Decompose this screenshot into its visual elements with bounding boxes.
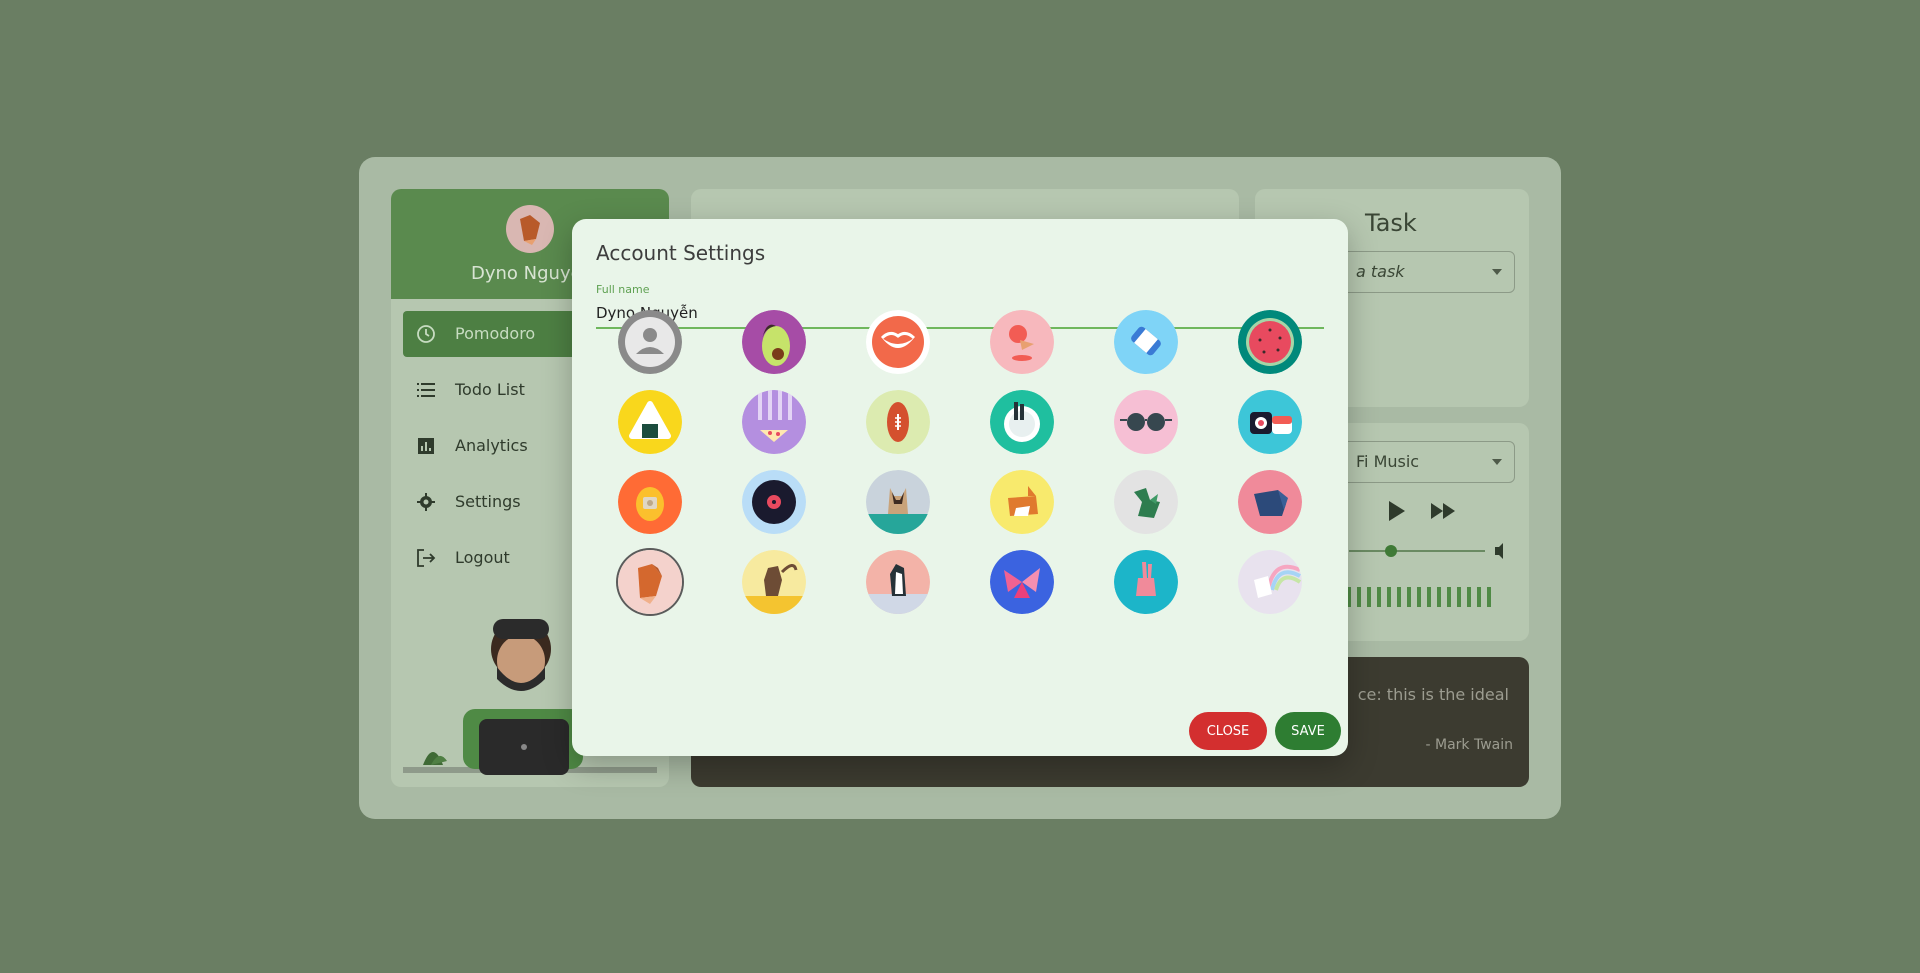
penguin-icon [866,550,930,614]
avatar-option-lips[interactable] [866,310,930,374]
plaster-icon [1114,310,1178,374]
sidebar-item-label: Pomodoro [455,324,536,343]
avatar[interactable] [506,205,554,253]
music-select-value: Fi Music [1356,452,1420,471]
avocado-icon [742,310,806,374]
unicorn-icon [1238,550,1302,614]
avatar-option-penguin[interactable] [866,550,930,614]
monkey-icon [742,550,806,614]
sunglasses-icon [1114,390,1178,454]
list-icon [417,383,435,397]
vinyl-icon [742,470,806,534]
avatar-option-corgi[interactable] [990,470,1054,534]
user-icon [618,310,682,374]
sidebar-item-label: Logout [455,548,510,567]
play-icon [1389,501,1405,521]
chevron-down-icon [1492,269,1502,275]
sushi-icon [1238,390,1302,454]
lips-icon [866,310,930,374]
task-title: Task [1365,209,1417,237]
quote-text: ce: this is the ideal [1357,685,1509,704]
avatar-option-vinyl[interactable] [742,470,806,534]
avatar-option-rabbit[interactable] [1114,550,1178,614]
ice-cream-icon [990,310,1054,374]
avatar-option-pizza[interactable] [742,390,806,454]
avatar-option-watermelon[interactable] [1238,310,1302,374]
avatar-option-sunglasses[interactable] [1114,390,1178,454]
fox-icon [618,550,682,614]
audio-visualizer [1347,587,1491,607]
sidebar-item-label: Analytics [455,436,528,455]
corgi-icon [990,470,1054,534]
pizza-icon [742,390,806,454]
quote-author: - Mark Twain [1425,737,1514,753]
avatar-option-cat[interactable] [866,470,930,534]
ramen-icon [990,390,1054,454]
fox-icon [520,215,540,245]
avatar-option-ramen[interactable] [990,390,1054,454]
avatar-option-unicorn[interactable] [1238,550,1302,614]
avatar-option-butterfly[interactable] [990,550,1054,614]
sidebar-item-label: Todo List [455,380,525,399]
gear-icon [417,493,435,511]
clock-icon [417,325,435,343]
butterfly-icon [990,550,1054,614]
rugby-ball-icon [866,390,930,454]
avatar-option-monkey[interactable] [742,550,806,614]
onigiri-icon [618,390,682,454]
avatar-option-onigiri[interactable] [618,390,682,454]
avatar-option-plaster[interactable] [1114,310,1178,374]
chevron-down-icon [1492,459,1502,465]
avatar-option-rugby-ball[interactable] [866,390,930,454]
avatar-option-ice-cream[interactable] [990,310,1054,374]
task-select-value: a task [1356,262,1405,281]
volume-icon [1495,543,1503,559]
sidebar-item-label: Settings [455,492,521,511]
cat-icon [866,470,930,534]
avatar-option-elephant[interactable] [1238,470,1302,534]
watermelon-icon [1238,310,1302,374]
avatar-grid [572,219,1348,756]
rabbit-icon [1114,550,1178,614]
tamagotchi-icon [618,470,682,534]
avatar-option-avocado[interactable] [742,310,806,374]
logout-icon [417,549,436,567]
dinosaur-icon [1114,470,1178,534]
chart-icon [418,438,434,454]
avatar-option-tamagotchi[interactable] [618,470,682,534]
avatar-option-dinosaur[interactable] [1114,470,1178,534]
avatar-option-fox[interactable] [618,550,682,614]
fast-forward-icon [1431,503,1443,519]
elephant-icon [1238,470,1302,534]
avatar-option-sushi[interactable] [1238,390,1302,454]
save-button[interactable]: SAVE [1275,712,1341,750]
close-button[interactable]: CLOSE [1189,712,1267,750]
avatar-option-default-user[interactable] [618,310,682,374]
account-settings-dialog: Account Settings Full name Dyno Nguyễn C… [572,219,1348,756]
volume-slider-handle [1385,545,1397,557]
